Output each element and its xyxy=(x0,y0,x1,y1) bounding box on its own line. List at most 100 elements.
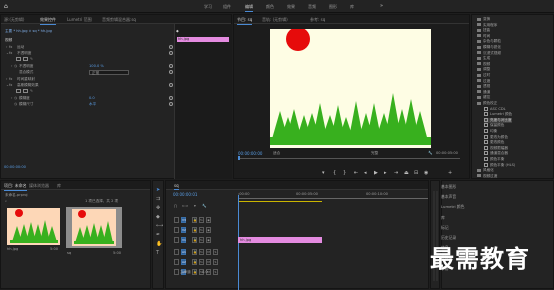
monitor-scrub-bar[interactable] xyxy=(238,158,460,159)
blend-mode-select[interactable]: 正常 xyxy=(89,70,129,75)
panel-menu-item[interactable]: 标记 xyxy=(441,225,449,231)
selection-tool-icon[interactable]: ➤ xyxy=(156,187,160,193)
tab-program[interactable]: 节目: sq xyxy=(237,17,253,25)
program-video-frame[interactable] xyxy=(270,29,431,148)
more-workspaces-icon[interactable]: » xyxy=(380,3,383,9)
go-to-out-icon[interactable]: ⇥ xyxy=(394,170,398,176)
track-lock-icon[interactable]: 🔒 xyxy=(192,227,197,233)
effect-item[interactable]: 视频过渡 xyxy=(477,174,497,179)
mute-button[interactable]: M xyxy=(206,249,211,255)
source-patch[interactable] xyxy=(174,217,179,223)
mute-button[interactable]: M xyxy=(206,259,211,265)
reset-icon[interactable] xyxy=(169,83,173,87)
project-item-hh-jpg[interactable] xyxy=(7,208,60,245)
lift-icon[interactable]: ⏏ xyxy=(404,170,409,176)
pen-tool-icon[interactable]: ✒ xyxy=(156,232,160,238)
snap-icon[interactable]: ⋂ xyxy=(174,204,177,208)
tab-libraries[interactable]: 库 xyxy=(57,183,61,189)
source-patch[interactable] xyxy=(174,227,179,233)
tab-audio-track-mixer[interactable]: 音轨: (无剪辑) xyxy=(262,17,288,23)
panel-menu-item[interactable]: 基本声音 xyxy=(441,194,456,200)
stopwatch-icon[interactable]: ◷ xyxy=(14,96,17,100)
effect-time-remap-label[interactable]: 时间重映射 xyxy=(17,77,35,82)
blur-dimensions-value[interactable]: 水平 xyxy=(89,102,96,107)
add-marker-icon[interactable]: ▾ xyxy=(194,204,196,208)
workspace-effects[interactable]: 效果 xyxy=(287,4,295,10)
timeline-clip-hh[interactable]: hh.jpg xyxy=(238,237,322,243)
effect-item[interactable]: 实用程序 xyxy=(477,23,497,28)
workspace-audio[interactable]: 音频 xyxy=(308,4,316,10)
effect-item[interactable]: 风格化 xyxy=(477,168,494,173)
type-tool-icon[interactable]: T xyxy=(156,250,159,256)
track-lock-icon[interactable]: 🔒 xyxy=(192,249,197,255)
razor-tool-icon[interactable]: ◆ xyxy=(156,214,160,220)
workspace-graphics[interactable]: 图形 xyxy=(329,4,337,10)
effect-item[interactable]: 扭曲 xyxy=(477,28,490,33)
opacity-value[interactable]: 100.0 % xyxy=(89,64,104,68)
effect-item[interactable]: 均衡 xyxy=(484,129,497,134)
work-area-bar[interactable] xyxy=(238,201,322,202)
track-target-toggle[interactable]: A2 xyxy=(181,259,186,265)
reset-icon[interactable] xyxy=(169,70,173,74)
track-target-toggle[interactable]: V3 xyxy=(181,217,186,223)
program-timecode-left[interactable]: 00:00:00:00 xyxy=(238,151,262,156)
param-toggle-icon[interactable]: › xyxy=(11,96,12,100)
tab-reference[interactable]: 参考: sq xyxy=(310,17,325,23)
source-patch[interactable] xyxy=(174,269,179,275)
tab-lumetri-scopes[interactable]: Lumetri 范围 xyxy=(67,17,92,23)
track-visibility-icon[interactable]: ◉ xyxy=(206,237,211,243)
slip-tool-icon[interactable]: ⟷ xyxy=(156,223,163,229)
effect-item[interactable]: 键控 xyxy=(477,95,490,100)
tab-effect-controls[interactable]: 效果控件 xyxy=(40,17,56,25)
fx-toggle-time-remap-icon[interactable]: › xyxy=(6,77,7,81)
stopwatch-icon[interactable]: ◷ xyxy=(14,64,17,68)
quality-select[interactable]: 完整 xyxy=(371,151,378,156)
effect-item[interactable]: Lumetri 颜色 xyxy=(484,112,512,117)
panel-menu-item[interactable]: Lumetri 颜色 xyxy=(441,204,464,210)
panel-menu-item[interactable]: 库 xyxy=(441,215,445,221)
sync-lock-icon[interactable]: ⇆ xyxy=(199,237,204,243)
effect-controls-mini-timeline[interactable]: ◆ hh.jpg xyxy=(174,24,232,179)
track-lock-icon[interactable]: 🔒 xyxy=(192,217,197,223)
effect-item[interactable]: 过时 xyxy=(477,73,490,78)
effect-item[interactable]: 更改颜色 xyxy=(484,140,504,145)
track-visibility-icon[interactable]: ◉ xyxy=(206,227,211,233)
ripple-edit-tool-icon[interactable]: ✥ xyxy=(156,205,160,211)
play-icon[interactable]: ▶ xyxy=(374,170,378,176)
effect-item[interactable]: 杂色与颗粒 xyxy=(477,39,501,44)
timeline-ruler[interactable] xyxy=(238,198,428,199)
workspace-color[interactable]: 颜色 xyxy=(266,4,274,10)
effect-item[interactable]: 颜色校正 xyxy=(477,101,497,106)
step-back-icon[interactable]: ◂ xyxy=(364,170,367,176)
effect-item[interactable]: 模糊与锐化 xyxy=(477,45,501,50)
reset-icon[interactable] xyxy=(169,45,173,49)
track-target-toggle[interactable]: A1 xyxy=(181,249,186,255)
workspace-learn[interactable]: 学习 xyxy=(204,4,212,10)
workspace-editing[interactable]: 编辑 xyxy=(245,4,253,12)
effect-item[interactable]: 生成 xyxy=(477,56,490,61)
ellipse-mask-icon[interactable] xyxy=(16,57,21,61)
source-patch[interactable] xyxy=(174,249,179,255)
effect-item[interactable]: 保留颜色 xyxy=(484,123,504,128)
effect-gaussian-blur-label[interactable]: 高斯模糊效果 xyxy=(17,83,39,88)
reset-icon[interactable] xyxy=(169,64,173,68)
project-item-sq[interactable] xyxy=(72,209,116,246)
source-patch[interactable] xyxy=(174,259,179,265)
add-marker-icon[interactable]: ▾ xyxy=(322,170,325,176)
tab-project[interactable]: 项目: 未命名 xyxy=(4,183,27,191)
rect-mask-icon[interactable] xyxy=(23,89,28,93)
effect-controls-timecode[interactable]: 00:00:00:00 xyxy=(4,165,26,169)
settings-wrench-icon[interactable]: 🔧 xyxy=(428,151,432,155)
sync-lock-icon[interactable]: ⇆ xyxy=(199,227,204,233)
master-track-value[interactable]: 0.0 xyxy=(202,270,208,274)
track-lock-icon[interactable]: 🔒 xyxy=(192,259,197,265)
timeline-timecode[interactable]: 00:00:00:01 xyxy=(173,192,197,197)
extract-icon[interactable]: ⊟ xyxy=(414,170,418,176)
effect-item[interactable]: 调整 xyxy=(477,67,490,72)
track-target-toggle[interactable]: V1 xyxy=(181,237,186,243)
pen-mask-icon[interactable]: ✎ xyxy=(30,89,33,93)
mark-out-icon[interactable]: } xyxy=(343,170,346,176)
linked-selection-icon[interactable]: ⊂⊃ xyxy=(182,204,188,208)
sync-lock-icon[interactable]: ⇆ xyxy=(199,259,204,265)
effect-item[interactable]: 颜色平衡 (HLS) xyxy=(484,162,515,168)
